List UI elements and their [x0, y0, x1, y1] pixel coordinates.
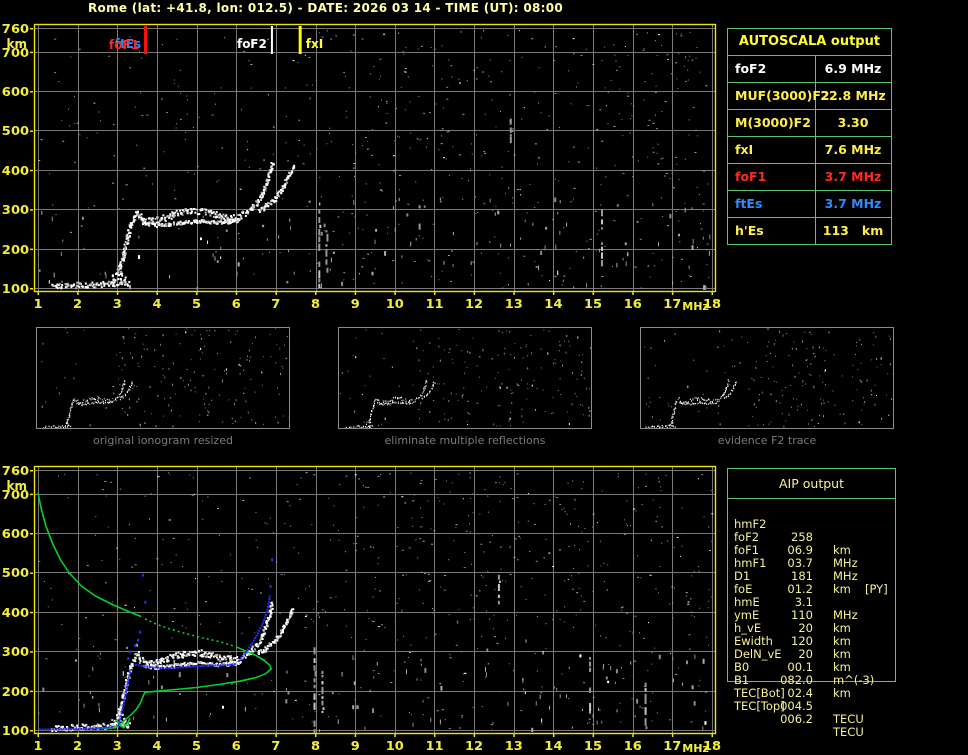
table-row: h'Es 113 km [728, 218, 891, 244]
thumbnail-noreflections-box [338, 327, 592, 429]
aip-table-body: hmF2 258 km foF2 06.9 MHz foF1 03.7 MHz … [728, 505, 895, 739]
table-row: foF1 3.7 MHz [728, 164, 891, 191]
table-row: foF2 6.9 MHz [728, 56, 891, 83]
top-ionogram-canvas [0, 12, 730, 320]
thumbnail-f2trace-caption: evidence F2 trace [717, 434, 817, 447]
aip-row: Ewidth 20 km [728, 622, 895, 674]
param-label: ftEs [735, 196, 763, 211]
aip-table-header: AIP output [728, 469, 895, 499]
param-value: 006.2 [780, 712, 813, 726]
aip-row: TEC[Top] 006.2 TECU [728, 687, 895, 739]
param-name: TEC[Top] [734, 699, 785, 713]
thumbnail-original: original ionogram resized [36, 327, 290, 447]
thumbnail-f2trace-box [640, 327, 894, 429]
thumbnail-original-box [36, 327, 290, 429]
aip-row: hmF1 181 km [728, 544, 895, 596]
param-unit: TECU [833, 725, 864, 739]
aip-row: TEC[Bot] 004.5 TECU [728, 674, 895, 726]
autoscala-table-header: AUTOSCALA output [728, 29, 891, 56]
param-value: 113 km [822, 223, 884, 238]
table-row: MUF(3000)F2 22.8 MHz [728, 83, 891, 110]
param-value: 3.30 [837, 115, 869, 130]
table-row: ftEs 3.7 MHz [728, 191, 891, 218]
aip-row: foF1 03.7 MHz [PY] [728, 531, 895, 596]
aip-row: ymE 20 km [728, 596, 895, 648]
aip-row: hmF2 258 km [728, 505, 895, 557]
aip-row: foF2 06.9 MHz [728, 518, 895, 570]
aip-row: DelN_vE 00.1 m^(-3) [728, 635, 895, 687]
thumbnail-original-caption: original ionogram resized [93, 434, 233, 447]
autoscala-output-table: AUTOSCALA output foF2 6.9 MHz MUF(3000)F… [727, 28, 892, 245]
param-value: 22.8 MHz [820, 88, 886, 103]
param-label: M(3000)F2 [735, 115, 811, 130]
aip-output-table: AIP output hmF2 258 km foF2 06.9 MHz foF… [727, 468, 896, 739]
table-row: fxI 7.6 MHz [728, 137, 891, 164]
param-value: 7.6 MHz [824, 142, 882, 157]
thumbnail-original-canvas [37, 328, 289, 428]
bottom-ionogram-canvas [0, 454, 730, 755]
param-value: 3.7 MHz [824, 169, 882, 184]
table-row: M(3000)F2 3.30 [728, 110, 891, 137]
param-value: 6.9 MHz [824, 61, 882, 76]
aip-row: foE 3.1 MHz [728, 570, 895, 622]
aip-row: hmE 110 km [728, 583, 895, 635]
param-value: 3.7 MHz [824, 196, 882, 211]
thumbnail-f2trace: evidence F2 trace [640, 327, 894, 447]
thumbnail-f2trace-canvas [641, 328, 893, 428]
param-label: h'Es [735, 223, 764, 238]
param-label: fxI [735, 142, 754, 157]
thumbnail-noreflections-canvas [339, 328, 591, 428]
autoscala-table-body: foF2 6.9 MHz MUF(3000)F2 22.8 MHz M(3000… [728, 56, 891, 244]
aip-row: B0 082.0 km [728, 648, 895, 700]
thumbnail-noreflections: eliminate multiple reflections [338, 327, 592, 447]
aip-row: B1 02.4 [728, 661, 895, 700]
aip-row: h_vE 120 km [728, 609, 895, 661]
param-label: foF1 [735, 169, 767, 184]
autoscala-window: Rome (lat: +41.8, lon: 012.5) - DATE: 20… [0, 0, 968, 755]
aip-row: D1 01.2 [728, 557, 895, 596]
param-label: foF2 [735, 61, 767, 76]
thumbnail-noreflections-caption: eliminate multiple reflections [384, 434, 546, 447]
